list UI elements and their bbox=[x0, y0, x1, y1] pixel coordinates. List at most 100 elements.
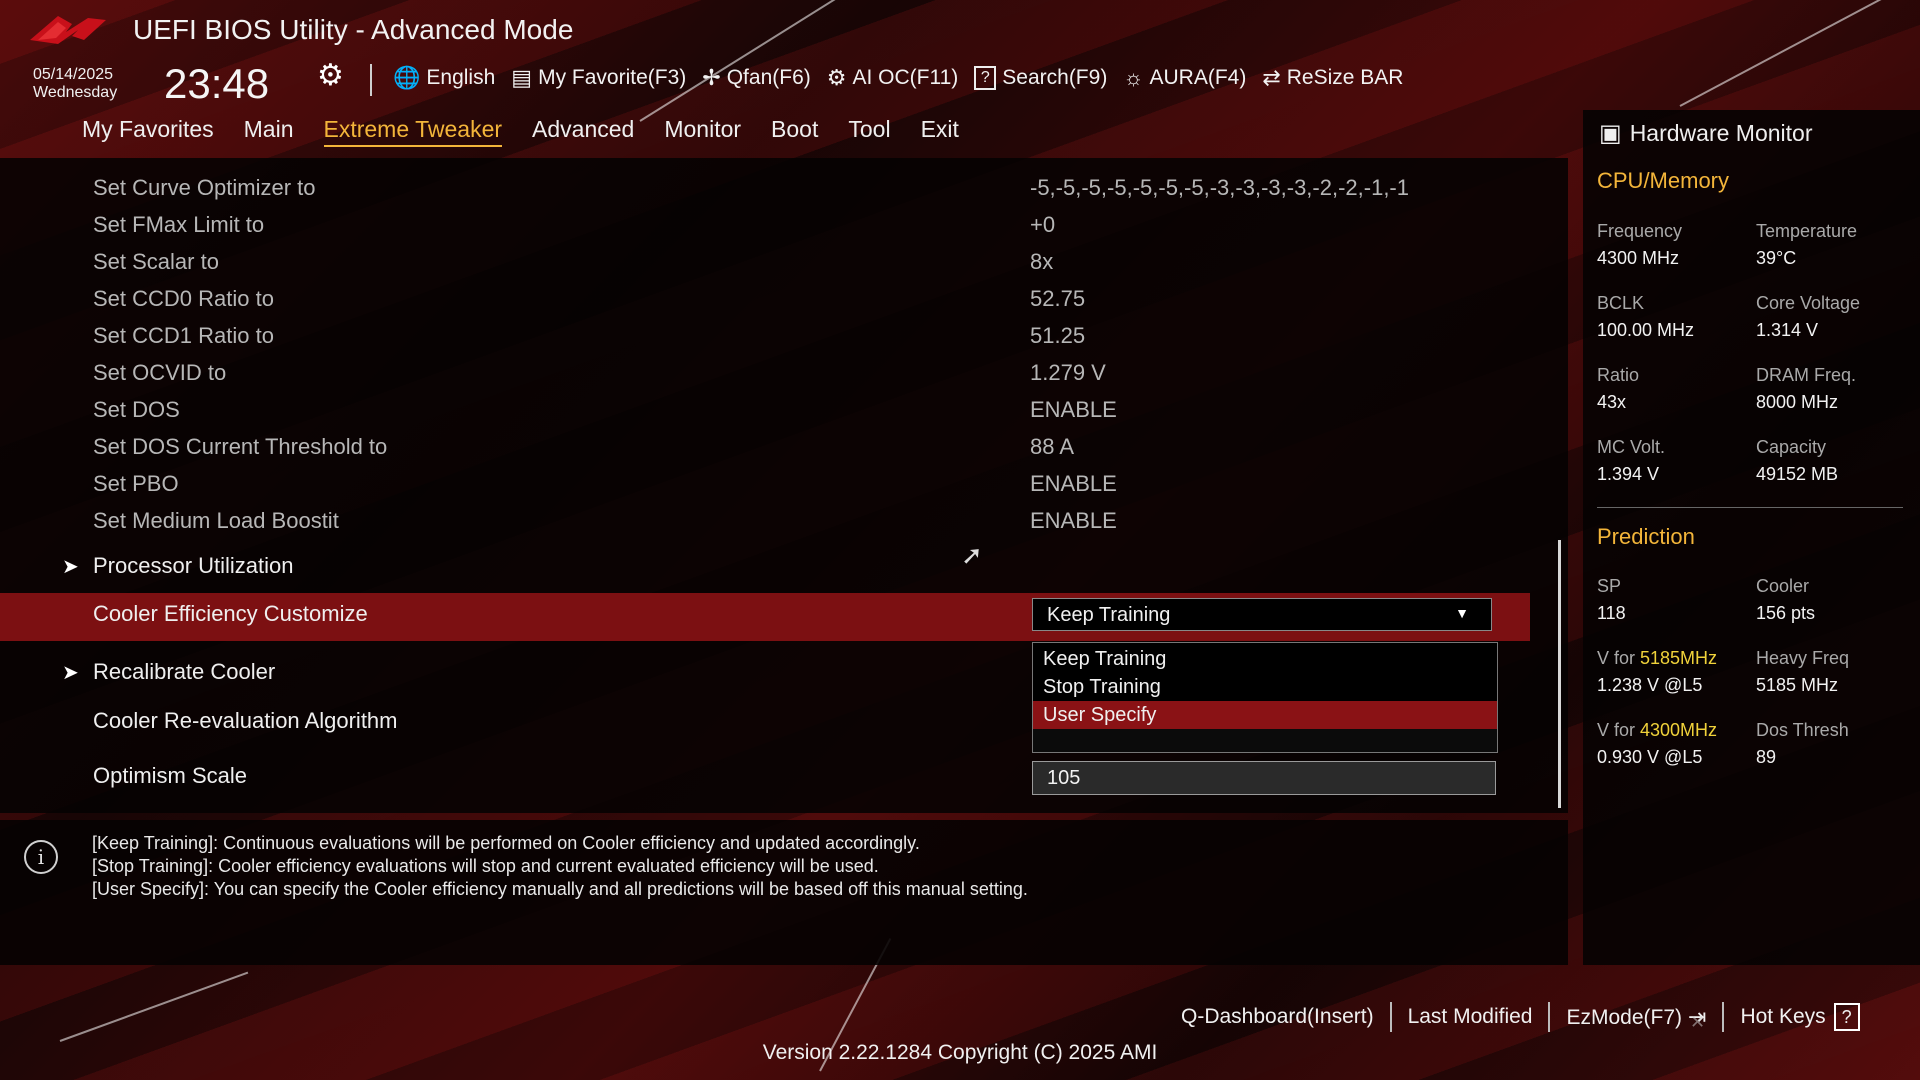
tab-tool[interactable]: Tool bbox=[848, 116, 890, 147]
tab-monitor[interactable]: Monitor bbox=[664, 116, 741, 147]
hw-dos-thresh: Dos Thresh 89 bbox=[1756, 717, 1849, 771]
chevron-down-icon: ▼ bbox=[1455, 605, 1469, 621]
setting-label: Set Scalar to bbox=[93, 249, 219, 274]
help-panel: i [Keep Training]: Continuous evaluation… bbox=[0, 820, 1568, 965]
option-user-specify[interactable]: User Specify bbox=[1033, 701, 1497, 729]
hardware-monitor-title: Hardware Monitor bbox=[1629, 120, 1813, 146]
hw-v-for-5185: V for 5185MHz 1.238 V @L5 bbox=[1597, 645, 1717, 699]
hw-cooler: Cooler 156 pts bbox=[1756, 573, 1815, 627]
hot-keys-label: Hot Keys bbox=[1740, 1005, 1826, 1028]
aura-light-icon: ☼ bbox=[1123, 65, 1144, 90]
tab-main[interactable]: Main bbox=[244, 116, 294, 147]
tab-boot[interactable]: Boot bbox=[771, 116, 818, 147]
my-favorite-button[interactable]: ▤ My Favorite(F3) bbox=[511, 65, 686, 91]
help-line: [Keep Training]: Continuous evaluations … bbox=[92, 833, 920, 853]
hw-frequency: Frequency 4300 MHz bbox=[1597, 218, 1682, 272]
scrollbar[interactable] bbox=[1558, 540, 1561, 808]
day-value: Wednesday bbox=[33, 84, 118, 101]
cooler-efficiency-dropdown: Keep Training Stop Training User Specify bbox=[1032, 642, 1498, 729]
optimism-scale-value: 105 bbox=[1047, 767, 1081, 789]
hw-value: 49152 MB bbox=[1756, 464, 1839, 484]
reevaluation-select[interactable] bbox=[1032, 725, 1498, 753]
hw-value: 1.314 V bbox=[1756, 320, 1819, 340]
hw-key: Cooler bbox=[1756, 576, 1810, 596]
hw-value: 0.930 V @L5 bbox=[1597, 747, 1703, 767]
setting-row: Set Scalar to 8x bbox=[0, 242, 1530, 279]
hw-key: Capacity bbox=[1756, 437, 1827, 457]
bottom-bar: Q-Dashboard(Insert) Last Modified EzMode… bbox=[1165, 1002, 1876, 1032]
option-keep-training[interactable]: Keep Training bbox=[1033, 645, 1497, 673]
hw-value: 118 bbox=[1597, 603, 1626, 623]
hw-value: 8000 MHz bbox=[1756, 392, 1839, 412]
hardware-monitor-panel: ▣ Hardware Monitor CPU/Memory Frequency … bbox=[1583, 110, 1920, 965]
hw-value: 5185 MHz bbox=[1756, 675, 1839, 695]
hw-key: Temperature bbox=[1756, 221, 1858, 241]
date-display: 05/14/2025 Wednesday bbox=[33, 66, 117, 102]
option-stop-training[interactable]: Stop Training bbox=[1033, 673, 1497, 701]
mouse-cursor-icon: ➚ bbox=[961, 540, 983, 570]
qfan-button[interactable]: ✢ Qfan(F6) bbox=[702, 65, 810, 91]
hw-ratio: Ratio 43x bbox=[1597, 362, 1639, 416]
setting-value: 52.75 bbox=[1030, 286, 1086, 311]
setting-row: Set CCD0 Ratio to 52.75 bbox=[0, 279, 1530, 316]
resize-bar-label: ReSize BAR bbox=[1286, 66, 1404, 89]
hw-key: DRAM Freq. bbox=[1756, 365, 1857, 385]
setting-row: Set OCVID to 1.279 V bbox=[0, 353, 1530, 390]
setting-row: Set FMax Limit to +0 bbox=[0, 205, 1530, 242]
hw-heavy-freq: Heavy Freq 5185 MHz bbox=[1756, 645, 1849, 699]
language-button[interactable]: 🌐 English bbox=[393, 65, 495, 91]
tab-advanced[interactable]: Advanced bbox=[532, 116, 634, 147]
setting-label: Set PBO bbox=[93, 471, 179, 496]
setting-row: Set DOS Current Threshold to 88 A bbox=[0, 427, 1530, 464]
cpu-memory-heading: CPU/Memory bbox=[1597, 168, 1730, 193]
cooler-efficiency-value: Keep Training bbox=[1047, 604, 1171, 626]
question-icon: ? bbox=[1833, 1003, 1860, 1031]
hw-v-for-4300: V for 4300MHz 0.930 V @L5 bbox=[1597, 717, 1717, 771]
ezmode-label: EzMode(F7) bbox=[1566, 1006, 1683, 1029]
setting-value: 51.25 bbox=[1030, 323, 1086, 348]
monitor-chart-icon: ▣ bbox=[1599, 120, 1622, 147]
ai-oc-button[interactable]: ⚙ AI OC(F11) bbox=[827, 65, 959, 91]
setting-label: Set CCD1 Ratio to bbox=[93, 323, 274, 348]
setting-value: ENABLE bbox=[1030, 508, 1117, 533]
help-line: [User Specify]: You can specify the Cool… bbox=[92, 879, 1028, 899]
tab-exit[interactable]: Exit bbox=[921, 116, 959, 147]
ai-oc-label: AI OC(F11) bbox=[852, 66, 959, 89]
tab-my-favorites[interactable]: My Favorites bbox=[82, 116, 214, 147]
gear-icon[interactable]: ⚙ bbox=[317, 58, 344, 93]
setting-value: +0 bbox=[1030, 212, 1056, 237]
hw-key: Frequency bbox=[1597, 221, 1683, 241]
window-title: UEFI BIOS Utility - Advanced Mode bbox=[133, 14, 574, 45]
search-label: Search(F9) bbox=[1002, 66, 1108, 89]
toolbar: 🌐 English ▤ My Favorite(F3) ✢ Qfan(F6) ⚙… bbox=[393, 62, 1419, 94]
cooler-efficiency-select[interactable]: Keep Training ▼ bbox=[1032, 598, 1492, 631]
resize-bar-button[interactable]: ⇄ ReSize BAR bbox=[1262, 65, 1403, 91]
hw-value: 39°C bbox=[1756, 248, 1797, 268]
hw-mc-volt: MC Volt. 1.394 V bbox=[1597, 434, 1665, 488]
last-modified-button[interactable]: Last Modified bbox=[1392, 1005, 1549, 1029]
setting-value: ENABLE bbox=[1030, 471, 1117, 496]
submenu-label: Processor Utilization bbox=[93, 553, 294, 578]
setting-row: Set Medium Load Boostit ENABLE bbox=[0, 501, 1530, 538]
submenu-processor-utilization[interactable]: ➤ Processor Utilization bbox=[0, 546, 1530, 583]
hw-key: BCLK bbox=[1597, 293, 1645, 313]
hw-key: SP bbox=[1597, 576, 1622, 596]
q-dashboard-button[interactable]: Q-Dashboard(Insert) bbox=[1165, 1005, 1390, 1029]
language-label: English bbox=[426, 66, 496, 89]
hw-key: V for 4300MHz bbox=[1597, 717, 1717, 744]
cooler-efficiency-label: Cooler Efficiency Customize bbox=[93, 601, 368, 626]
toolbar-divider bbox=[370, 64, 372, 96]
hw-value: 4300 MHz bbox=[1597, 248, 1680, 268]
clock-time: 23:48 bbox=[164, 60, 270, 107]
hot-keys-button[interactable]: Hot Keys? bbox=[1724, 1003, 1875, 1031]
aura-button[interactable]: ☼ AURA(F4) bbox=[1123, 65, 1246, 91]
search-button[interactable]: ? Search(F9) bbox=[974, 66, 1107, 90]
setting-row: Set PBO ENABLE bbox=[0, 464, 1530, 501]
hw-temperature: Temperature 39°C bbox=[1756, 218, 1857, 272]
hw-key-prefix: V for bbox=[1597, 720, 1641, 740]
hardware-monitor-header: ▣ Hardware Monitor bbox=[1599, 119, 1812, 148]
optimism-scale-input[interactable]: 105 bbox=[1032, 761, 1496, 795]
tab-extreme-tweaker[interactable]: Extreme Tweaker bbox=[323, 116, 503, 147]
hw-key-frequency: 4300MHz bbox=[1640, 720, 1718, 740]
hw-value: 156 pts bbox=[1756, 603, 1816, 623]
